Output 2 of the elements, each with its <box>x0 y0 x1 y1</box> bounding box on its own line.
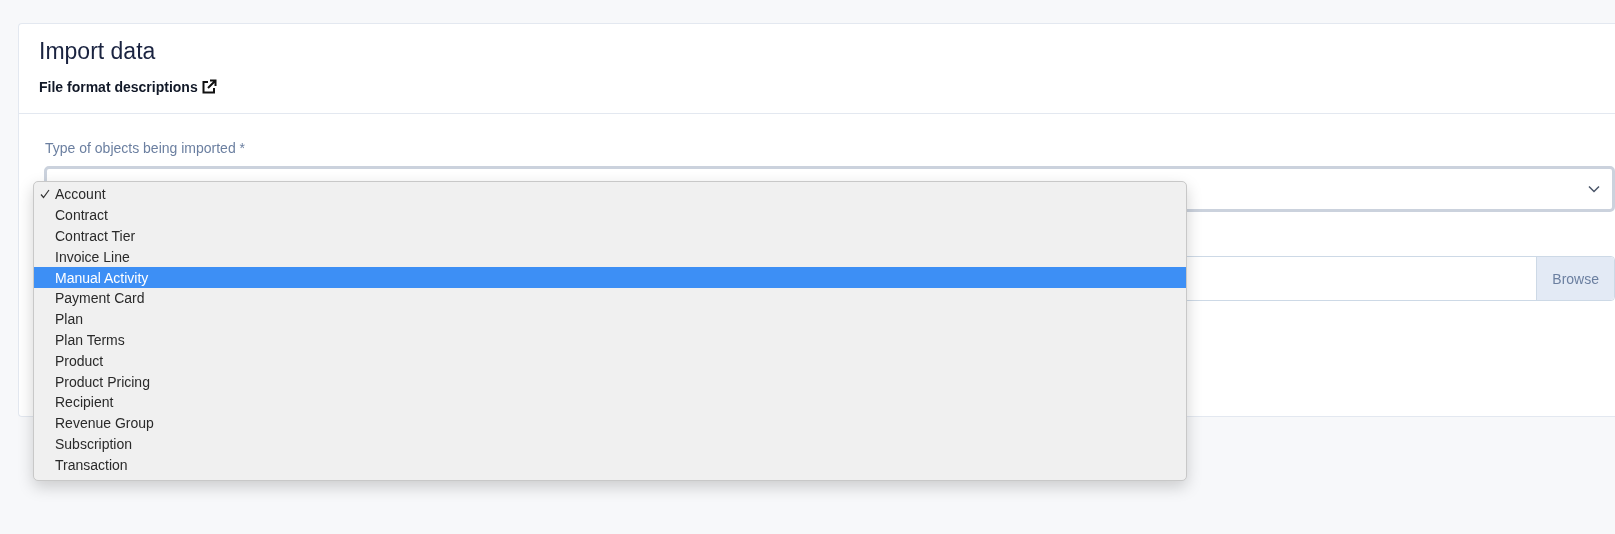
field-label: Type of objects being imported * <box>45 140 246 156</box>
page-title: Import data <box>39 37 157 66</box>
